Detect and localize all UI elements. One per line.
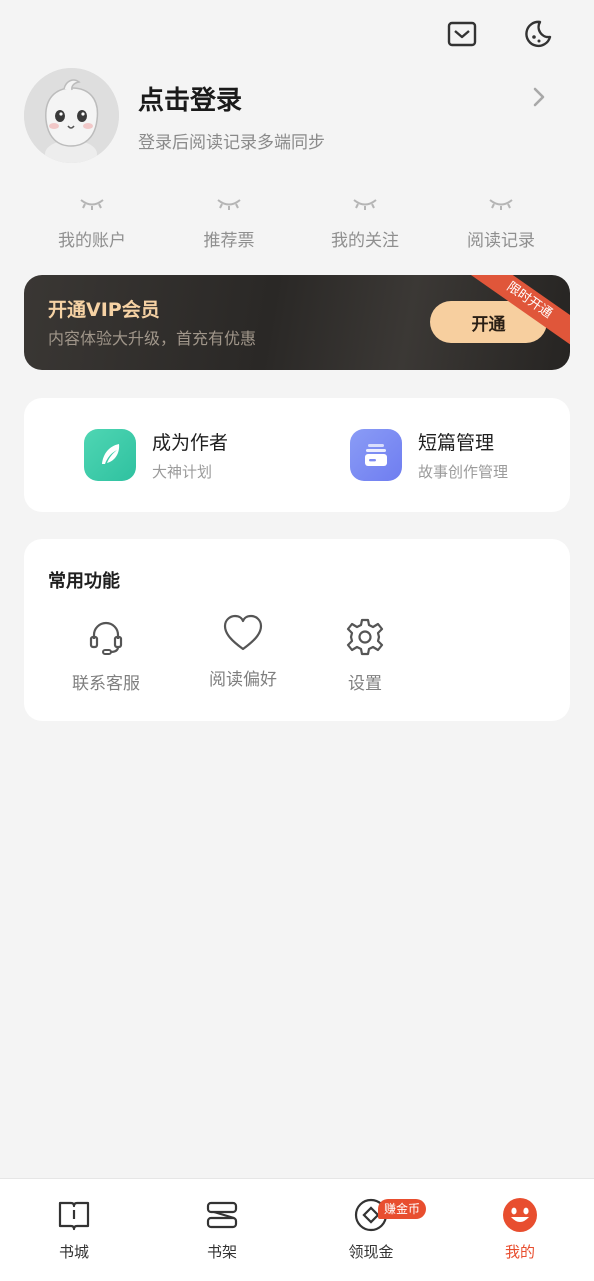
quill-icon: [84, 429, 136, 481]
closed-eyes-icon: [433, 190, 569, 216]
function-label: 阅读偏好: [209, 670, 277, 690]
become-author-title: 成为作者: [152, 432, 229, 454]
contact-service-button[interactable]: 联系客服: [51, 615, 161, 694]
chevron-right-icon[interactable]: [526, 84, 552, 110]
nav-label: 我的: [504, 1243, 535, 1261]
mailbox-icon: [447, 21, 477, 47]
stat-recommend-ticket[interactable]: 推荐票: [161, 190, 297, 251]
nav-label: 领现金: [348, 1243, 394, 1261]
settings-button[interactable]: 设置: [310, 615, 420, 694]
nav-label: 书架: [206, 1243, 237, 1261]
gear-icon: [310, 615, 420, 659]
night-mode-icon: [525, 20, 552, 48]
login-subtitle: 登录后阅读记录多端同步: [138, 133, 325, 153]
stat-label: 我的关注: [331, 231, 399, 251]
nav-label: 书城: [58, 1243, 89, 1261]
closed-eyes-icon: [24, 190, 160, 216]
night-mode-button[interactable]: [520, 16, 556, 52]
reading-preference-button[interactable]: 阅读偏好: [188, 611, 298, 690]
creator-card: 成为作者 大神计划 短篇管理 故事创作管理: [24, 398, 570, 512]
short-story-subtitle: 故事创作管理: [418, 463, 509, 481]
vip-subtitle: 内容体验大升级，首充有优惠: [48, 329, 257, 348]
become-author-subtitle: 大神计划: [152, 463, 213, 481]
nav-bookshelf[interactable]: 书架: [172, 1197, 272, 1262]
common-functions-card: 常用功能 联系客服 阅读偏好 设置: [24, 539, 570, 721]
function-label: 联系客服: [72, 674, 140, 694]
book-icon: [24, 1197, 124, 1233]
short-story-title: 短篇管理: [418, 432, 495, 454]
closed-eyes-icon: [297, 190, 433, 216]
stat-my-follow[interactable]: 我的关注: [297, 190, 433, 251]
become-author-entry[interactable]: 成为作者 大神计划: [84, 428, 228, 482]
stat-my-account[interactable]: 我的账户: [24, 190, 160, 251]
nav-mine[interactable]: 我的: [470, 1197, 570, 1262]
heart-icon: [188, 611, 298, 655]
headset-icon: [51, 615, 161, 659]
stat-label: 我的账户: [58, 231, 126, 251]
smile-icon: [470, 1197, 570, 1233]
section-title: 常用功能: [48, 571, 120, 592]
function-label: 设置: [348, 674, 382, 694]
login-title[interactable]: 点击登录: [138, 80, 242, 117]
mailbox-button[interactable]: [444, 16, 480, 52]
nav-bookstore[interactable]: 书城: [24, 1197, 124, 1262]
bookshelf-icon: [172, 1197, 272, 1233]
earn-coins-badge: 赚金币: [378, 1199, 427, 1219]
vip-banner[interactable]: 开通VIP会员 内容体验大升级，首充有优惠 开通 限时开通: [24, 275, 570, 370]
stat-reading-history[interactable]: 阅读记录: [433, 190, 569, 251]
stat-label: 推荐票: [203, 231, 255, 251]
short-story-entry[interactable]: 短篇管理 故事创作管理: [350, 428, 508, 482]
avatar[interactable]: [24, 68, 119, 163]
mascot-avatar-icon: [24, 68, 119, 163]
bottom-nav: 书城 书架 领现金 赚金币 我的: [0, 1178, 594, 1281]
stat-label: 阅读记录: [467, 231, 535, 251]
closed-eyes-icon: [161, 190, 297, 216]
vip-title: 开通VIP会员: [48, 299, 160, 321]
cards-stack-icon: [350, 429, 402, 481]
